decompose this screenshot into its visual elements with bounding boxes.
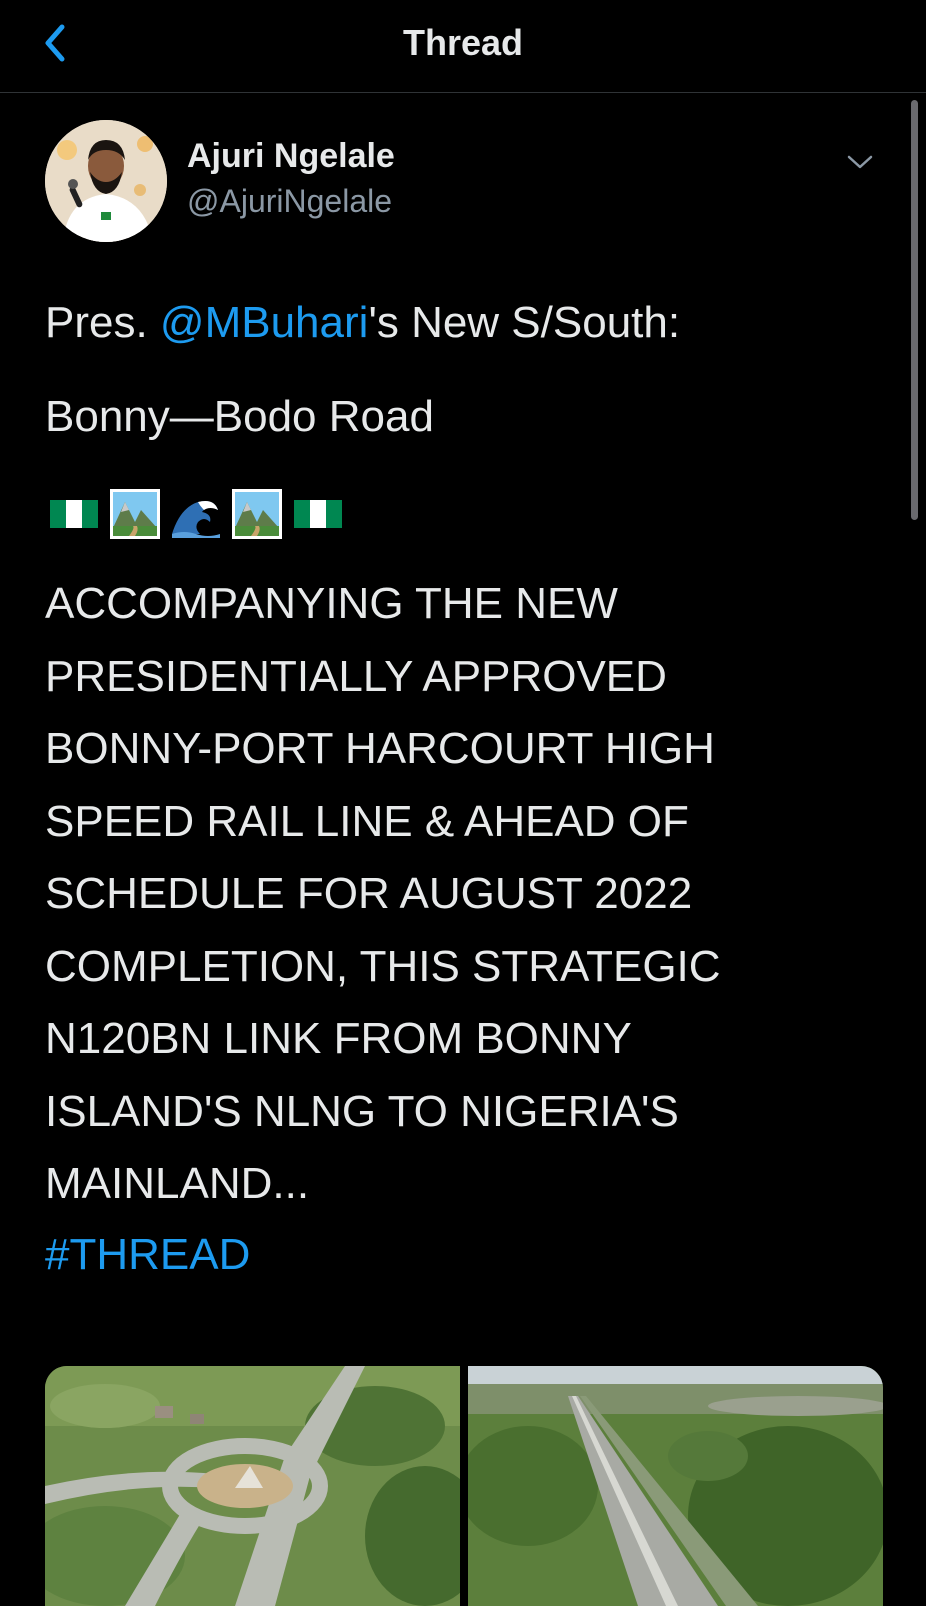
tweet-body-line: MAINLAND...	[45, 1159, 310, 1208]
more-options-button[interactable]	[840, 142, 880, 182]
page-title: Thread	[402, 22, 524, 63]
tweet-body-line: SPEED RAIL LINE & AHEAD OF	[45, 796, 689, 846]
media-grid	[45, 1366, 883, 1606]
water-wave-icon	[172, 501, 220, 538]
tweet-body-line: PRESIDENTIALLY APPROVED	[45, 651, 667, 701]
nigeria-flag-icon	[50, 500, 98, 528]
tweet-body-line: BONNY-PORT HARCOURT HIGH	[45, 724, 715, 773]
tweet-body-line: COMPLETION, THIS STRATEGIC	[45, 941, 721, 991]
nigeria-flag-icon	[294, 500, 342, 528]
emoji-row	[48, 488, 344, 540]
tweet-line-2: Bonny—Bodo Road	[45, 392, 434, 441]
avatar[interactable]	[45, 120, 167, 242]
mention-link[interactable]: @MBuhari	[160, 298, 369, 347]
tweet-line-1-suffix: 's New S/South:	[368, 298, 681, 347]
author-name[interactable]: Ajuri Ngelale	[187, 137, 395, 176]
tweet-body: ACCOMPANYING THE NEW PRESIDENTIALLY APPR…	[45, 568, 895, 1221]
national-park-icon	[110, 489, 160, 539]
tweet-author: Ajuri Ngelale @AjuriNgelale	[45, 120, 885, 245]
author-handle[interactable]: @AjuriNgelale	[187, 183, 392, 220]
scrollbar[interactable]	[911, 100, 918, 520]
tweet-body-line: ACCOMPANYING THE NEW	[45, 579, 618, 628]
national-park-icon	[232, 489, 282, 539]
tweet-body-line: SCHEDULE FOR AUGUST 2022	[45, 869, 693, 918]
hashtag-line: #THREAD	[45, 1230, 250, 1280]
media-photo-roundabout[interactable]	[45, 1366, 460, 1606]
top-bar: Thread	[0, 0, 926, 93]
tweet-line-1: Pres. @MBuhari's New S/South:	[45, 298, 875, 348]
tweet-line-1-prefix: Pres.	[45, 298, 160, 347]
tweet-body-line: N120BN LINK FROM BONNY	[45, 1014, 632, 1063]
tweet-body-line: ISLAND'S NLNG TO NIGERIA'S	[45, 1086, 679, 1136]
chevron-down-icon	[847, 155, 873, 169]
media-photo-highway[interactable]	[468, 1366, 883, 1606]
hashtag-link[interactable]: #THREAD	[45, 1230, 250, 1279]
